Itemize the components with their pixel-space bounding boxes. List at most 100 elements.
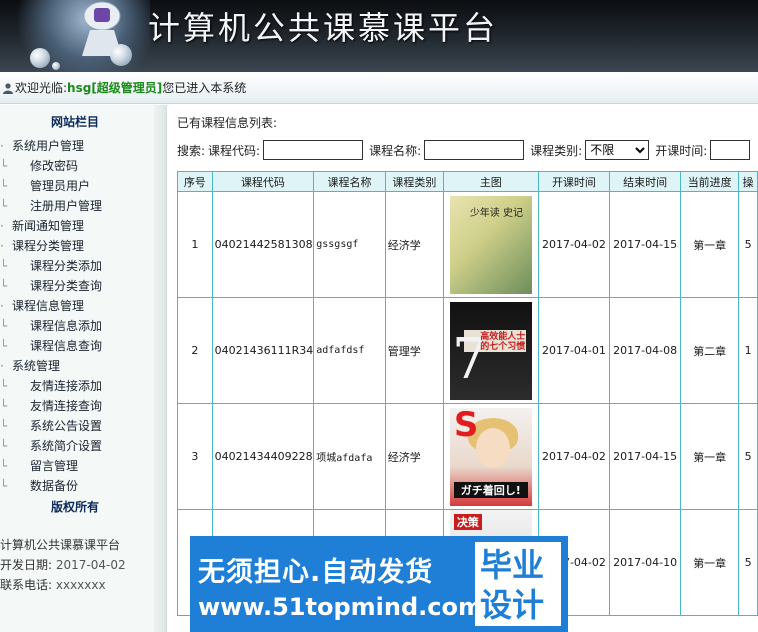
cover-text: 决策 xyxy=(453,514,482,530)
copyright-title: 版权所有 xyxy=(50,500,99,514)
tree-branch-icon: └ xyxy=(0,179,8,193)
sidebar-item-label: 课程信息添加 xyxy=(30,319,103,333)
tree-branch-icon: └ xyxy=(0,199,8,213)
tree-branch-icon: └ xyxy=(0,479,8,493)
watermark-line2: www.51topmind.com xyxy=(198,593,483,621)
course-cover-image[interactable]: S ガチ着回し! xyxy=(449,407,532,506)
user-icon xyxy=(3,82,13,94)
sidebar-item-label: 系统简介设置 xyxy=(30,439,103,453)
footer-value: xxxxxxx xyxy=(55,578,106,592)
cell-progress: 第二章 xyxy=(680,297,740,404)
sidebar-item-system-users[interactable]: · 系统用户管理 xyxy=(0,136,84,156)
table-header-row: 序号 课程代码 课程名称 课程类别 主图 开课时间 结束时间 当前进度 操 xyxy=(177,171,758,192)
footer-label: 开发日期: xyxy=(0,558,53,572)
table-row: 2 04021436111R34 adfafdsf 管理学 7 高效能人士的七个… xyxy=(177,297,758,404)
footer-label: 计算机公共课慕课平台 xyxy=(0,538,121,552)
welcome-prefix: 欢迎光临: xyxy=(15,81,68,95)
cover-text: ガチ着回し! xyxy=(453,481,528,498)
tree-branch-icon: └ xyxy=(0,159,8,173)
cover-text: 高效能人士的七个习惯 xyxy=(480,331,526,352)
name-label: 课程名称: xyxy=(369,143,422,158)
course-name-input[interactable] xyxy=(424,140,525,160)
banner-orb-medium xyxy=(110,44,132,66)
sidebar-item-label: 课程分类添加 xyxy=(30,259,103,273)
sidebar-item-category-add[interactable]: └ 课程分类添加 xyxy=(0,256,102,276)
column-header: 开课时间 xyxy=(537,171,611,192)
cell-code: 04021442581308 xyxy=(211,191,315,298)
sidebar-item-course-info[interactable]: · 课程信息管理 xyxy=(0,296,84,316)
watermark-badge-top: 毕业 xyxy=(480,546,545,584)
cell-code: 04021434409228 xyxy=(211,403,315,510)
sidebar-item-category-query[interactable]: └ 课程分类查询 xyxy=(0,276,102,296)
time-label: 开课时间: xyxy=(655,143,708,158)
header-banner: 计算机公共课慕课平台 xyxy=(0,0,758,72)
sidebar-title: 网站栏目 xyxy=(50,115,99,129)
column-header: 结束时间 xyxy=(609,171,682,192)
cell-type: 经济学 xyxy=(384,403,445,510)
sidebar-item-change-password[interactable]: └ 修改密码 xyxy=(0,156,78,176)
banner-orb-small xyxy=(52,62,60,70)
sidebar-item-link-query[interactable]: └ 友情连接查询 xyxy=(0,396,102,416)
sidebar-item-registered-users[interactable]: └ 注册用户管理 xyxy=(0,196,102,216)
course-code-input[interactable] xyxy=(263,140,364,160)
sidebar-item-notice-settings[interactable]: └ 系统公告设置 xyxy=(0,416,102,436)
sidebar-item-system-manage[interactable]: · 系统管理 xyxy=(0,356,60,376)
sidebar-item-course-category[interactable]: · 课程分类管理 xyxy=(0,236,84,256)
sidebar-item-messages[interactable]: └ 留言管理 xyxy=(0,456,78,476)
cover-text: 少年读 史记 xyxy=(469,207,523,219)
sidebar-item-admin-users[interactable]: └ 管理员用户 xyxy=(0,176,90,196)
tree-connector-icon: · xyxy=(0,239,4,253)
footer-label: 联系电话: xyxy=(0,578,53,592)
tree-branch-icon: └ xyxy=(0,339,8,353)
tree-connector-icon: · xyxy=(0,219,4,233)
watermark-badge-bottom: 设计 xyxy=(480,586,545,624)
cell-cover: 少年读 史记 xyxy=(443,191,539,298)
cover-logo-icon: S xyxy=(453,407,479,445)
sidebar-item-label: 系统用户管理 xyxy=(12,139,85,153)
welcome-bar: 欢迎光临: hsg[超级管理员] 您已进入本系统 xyxy=(0,72,758,104)
sidebar-item-label: 课程信息查询 xyxy=(30,339,103,353)
cell-progress: 第一章 xyxy=(680,403,740,510)
cell-name: adfafdsf xyxy=(313,297,386,404)
welcome-suffix: 您已进入本系统 xyxy=(162,81,247,95)
sidebar: 网站栏目 · 系统用户管理 └ 修改密码 └ 管理员用户 └ 注册用户管理 · 新闻通知管… xyxy=(0,105,167,632)
sidebar-item-backup[interactable]: └ 数据备份 xyxy=(0,476,78,496)
table-row: 3 04021434409228 项城afdafa 经济学 S ガチ着回し! 2… xyxy=(177,403,758,510)
list-title: 已有课程信息列表: xyxy=(177,116,278,130)
sidebar-item-course-query[interactable]: └ 课程信息查询 xyxy=(0,336,102,356)
tree-connector-icon: · xyxy=(0,359,4,373)
page: 计算机公共课慕课平台 欢迎光临: hsg[超级管理员] 您已进入本系统 网站栏目… xyxy=(0,0,758,632)
course-type-select[interactable]: 不限 xyxy=(585,140,650,160)
sidebar-item-link-add[interactable]: └ 友情连接添加 xyxy=(0,376,102,396)
sidebar-item-intro-settings[interactable]: └ 系统简介设置 xyxy=(0,436,102,456)
cell-start: 2017-04-02 xyxy=(537,191,611,298)
course-cover-image[interactable]: 少年读 史记 xyxy=(449,195,532,294)
cell-end: 2017-04-10 xyxy=(609,509,682,616)
footer-dev-date: 开发日期: 2017-04-02 xyxy=(0,556,126,573)
cell-extra: 5 xyxy=(738,191,758,298)
sidebar-item-label: 课程分类查询 xyxy=(30,279,103,293)
cell-progress: 第一章 xyxy=(680,191,740,298)
cell-end: 2017-04-15 xyxy=(609,191,682,298)
column-header: 当前进度 xyxy=(680,171,740,192)
tree-branch-icon: └ xyxy=(0,279,8,293)
column-header: 课程代码 xyxy=(211,171,315,192)
column-header: 课程类别 xyxy=(384,171,445,192)
column-header: 主图 xyxy=(443,171,539,192)
tree-branch-icon: └ xyxy=(0,399,8,413)
tree-branch-icon: └ xyxy=(0,379,8,393)
cell-start: 2017-04-01 xyxy=(537,297,611,404)
search-prefix: 搜索: xyxy=(177,143,206,158)
cell-code: 04021436111R34 xyxy=(211,297,315,404)
column-header: 课程名称 xyxy=(313,171,386,192)
tree-connector-icon: · xyxy=(0,299,4,313)
tree-branch-icon: └ xyxy=(0,439,8,453)
tree-branch-icon: └ xyxy=(0,419,8,433)
sidebar-item-news[interactable]: · 新闻通知管理 xyxy=(0,216,84,236)
sidebar-item-label: 课程分类管理 xyxy=(12,239,85,253)
sidebar-item-course-add[interactable]: └ 课程信息添加 xyxy=(0,316,102,336)
start-time-input[interactable] xyxy=(710,140,751,160)
type-label: 课程类别: xyxy=(530,143,583,158)
course-cover-image[interactable]: 7 高效能人士的七个习惯 xyxy=(449,301,532,400)
sidebar-item-label: 友情连接添加 xyxy=(30,379,103,393)
